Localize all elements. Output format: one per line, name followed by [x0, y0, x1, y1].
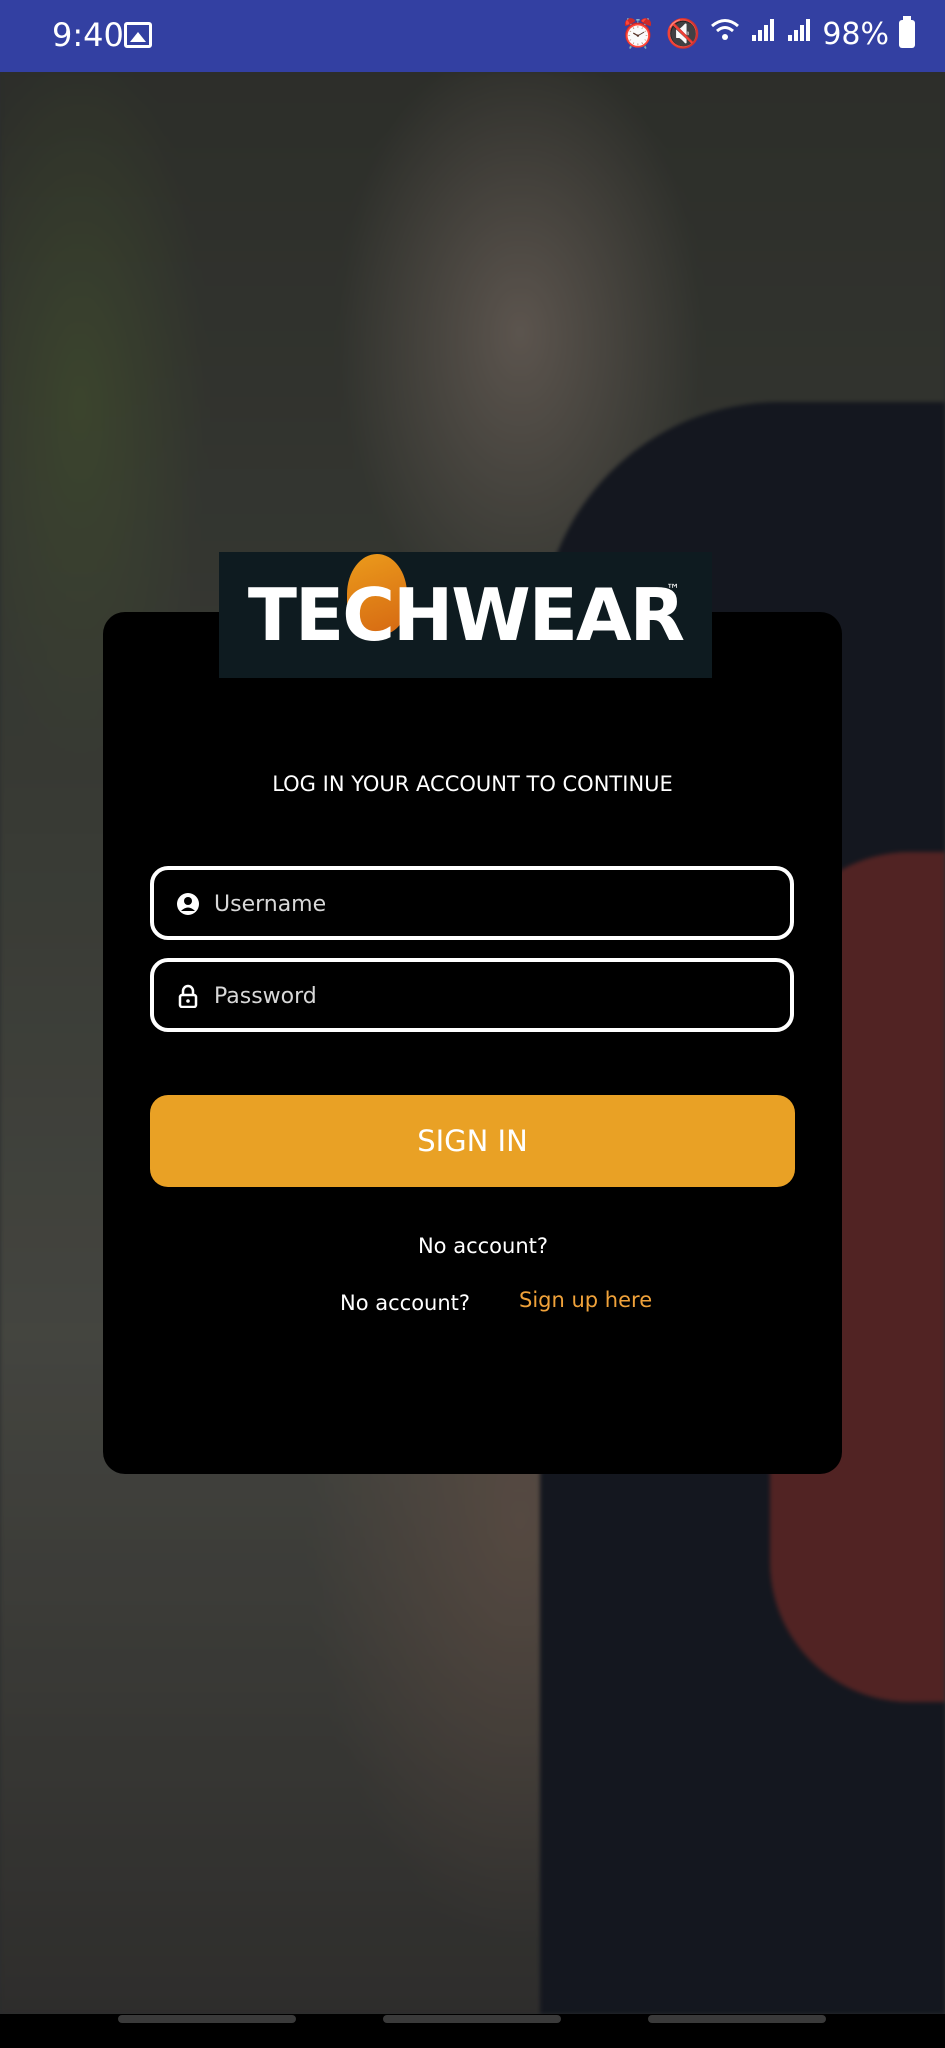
no-account-label: No account?	[340, 1291, 471, 1315]
status-time: 9:40	[52, 16, 124, 54]
password-field[interactable]	[150, 958, 794, 1032]
user-icon	[177, 893, 199, 915]
battery-icon	[899, 16, 915, 48]
logo-text: TECHWEAR	[247, 573, 685, 657]
username-input[interactable]	[212, 870, 776, 938]
navigation-bar	[0, 2014, 945, 2048]
status-bar: 9:40 ⏰ 🔇 98%	[0, 0, 945, 72]
username-field[interactable]	[150, 866, 794, 940]
lock-icon	[178, 984, 198, 1008]
login-card	[103, 612, 842, 1474]
login-subtitle: LOG IN YOUR ACCOUNT TO CONTINUE	[272, 772, 673, 796]
app-logo: TECHWEAR ™	[219, 552, 712, 678]
logo-trademark: ™	[666, 582, 680, 598]
nav-gesture-pill	[383, 2015, 561, 2023]
password-input[interactable]	[212, 962, 776, 1030]
no-account-text: No account?	[417, 1234, 549, 1258]
status-icons: ⏰ 🔇 98%	[621, 16, 915, 52]
signal-icon	[786, 16, 812, 52]
alarm-icon: ⏰	[620, 17, 656, 50]
image-icon	[124, 22, 152, 48]
signal-icon	[750, 16, 776, 52]
battery-percent: 98%	[822, 16, 889, 52]
mute-icon: 🔇	[665, 17, 701, 50]
wifi-icon	[710, 16, 740, 52]
sign-up-link[interactable]: Sign up here	[519, 1288, 652, 1312]
nav-gesture-pill	[648, 2015, 826, 2023]
nav-gesture-pill	[118, 2015, 296, 2023]
sign-in-button[interactable]: SIGN IN	[150, 1095, 795, 1187]
